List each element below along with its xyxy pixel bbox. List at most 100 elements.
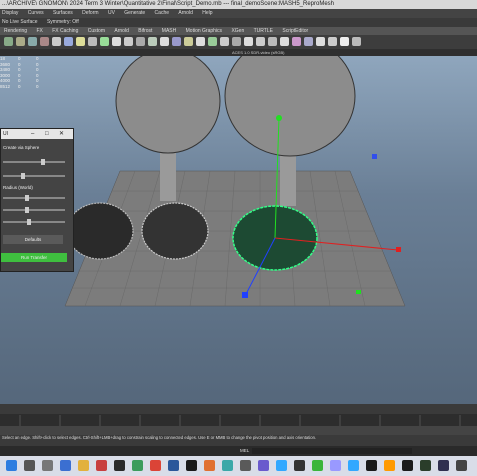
chrome-icon[interactable]	[150, 460, 161, 471]
menu-generate[interactable]: Generate	[122, 10, 145, 16]
tab-mash[interactable]: MASH	[158, 28, 180, 34]
shelf-tool-icon[interactable]	[4, 37, 13, 46]
app-icon[interactable]	[240, 460, 251, 471]
app-icon[interactable]	[132, 460, 143, 471]
shelf-tool-icon[interactable]	[268, 37, 277, 46]
shelf-tool-icon[interactable]	[316, 37, 325, 46]
color-management-label[interactable]: ACES 1.0 SDR-video (sRGB)	[232, 49, 284, 56]
run-transfer-button[interactable]: Run Transfer	[1, 253, 67, 262]
illustrator-icon[interactable]	[384, 460, 395, 471]
app-icon[interactable]	[312, 460, 323, 471]
app-icon[interactable]	[456, 460, 467, 471]
manip-plane-handle[interactable]	[372, 154, 377, 159]
shelf-tool-icon[interactable]	[148, 37, 157, 46]
shelf-tool-icon[interactable]	[292, 37, 301, 46]
menu-surfaces[interactable]: Surfaces	[51, 10, 73, 16]
slider-handle[interactable]	[41, 159, 45, 165]
shelf-tool-icon[interactable]	[340, 37, 349, 46]
manip-plane-handle[interactable]	[356, 290, 361, 294]
shelf-tool-icon[interactable]	[64, 37, 73, 46]
defaults-button[interactable]: Defaults	[3, 235, 63, 244]
tab-rendering[interactable]: Rendering	[0, 28, 31, 34]
menu-arnold[interactable]: Arnold	[176, 10, 192, 16]
photoshop-icon[interactable]	[276, 460, 287, 471]
slider[interactable]	[3, 173, 65, 179]
slider-handle[interactable]	[27, 219, 31, 225]
shelf-tool-icon[interactable]	[52, 37, 61, 46]
maya-icon[interactable]	[222, 460, 233, 471]
tab-motion-graphics[interactable]: Motion Graphics	[182, 28, 226, 34]
menu-curves[interactable]: Curves	[26, 10, 44, 16]
maximize-icon[interactable]: □	[45, 129, 49, 139]
shelf-tool-icon[interactable]	[232, 37, 241, 46]
symmetry-dropdown[interactable]: Symmetry: Off	[45, 19, 79, 25]
shelf-tool-icon[interactable]	[352, 37, 361, 46]
range-slider[interactable]	[0, 426, 477, 435]
tab-turtle[interactable]: TURTLE	[250, 28, 277, 34]
shelf-tool-icon[interactable]	[220, 37, 229, 46]
app-icon[interactable]	[420, 460, 431, 471]
tab-fx[interactable]: FX	[32, 28, 46, 34]
app-icon[interactable]	[114, 460, 125, 471]
shelf-tool-icon[interactable]	[196, 37, 205, 46]
shelf-tool-icon[interactable]	[40, 37, 49, 46]
app-icon[interactable]	[186, 460, 197, 471]
minimize-icon[interactable]: –	[31, 129, 34, 139]
slider[interactable]	[3, 159, 65, 165]
menu-cache[interactable]: Cache	[153, 10, 169, 16]
shelf-tool-icon[interactable]	[304, 37, 313, 46]
shelf-tool-icon[interactable]	[256, 37, 265, 46]
start-icon[interactable]	[6, 460, 17, 471]
slider[interactable]	[3, 207, 65, 213]
app-icon[interactable]	[366, 460, 377, 471]
slider-handle[interactable]	[21, 173, 25, 179]
shelf-tool-icon[interactable]	[184, 37, 193, 46]
shelf-tool-icon[interactable]	[76, 37, 85, 46]
shelf-tool-icon[interactable]	[280, 37, 289, 46]
photoshop-icon[interactable]	[348, 460, 359, 471]
shelf-tool-icon[interactable]	[208, 37, 217, 46]
slider-handle[interactable]	[25, 195, 29, 201]
slider[interactable]	[3, 195, 65, 201]
shelf-tool-icon[interactable]	[100, 37, 109, 46]
menu-help[interactable]: Help	[200, 10, 212, 16]
shelf-tool-icon[interactable]	[112, 37, 121, 46]
shelf-tool-icon[interactable]	[88, 37, 97, 46]
shelf-tool-icon[interactable]	[172, 37, 181, 46]
shelf-tool-icon[interactable]	[244, 37, 253, 46]
premiere-icon[interactable]	[330, 460, 341, 471]
shelf-tool-icon[interactable]	[28, 37, 37, 46]
app-icon[interactable]	[60, 460, 71, 471]
time-slider[interactable]	[0, 404, 477, 414]
slider-handle[interactable]	[25, 207, 29, 213]
app-icon[interactable]	[438, 460, 449, 471]
live-surface-field[interactable]: No Live Surface	[0, 19, 38, 25]
app-icon[interactable]	[258, 460, 269, 471]
tab-xgen[interactable]: XGen	[227, 28, 248, 34]
close-icon[interactable]: ✕	[59, 129, 64, 139]
app-icon[interactable]	[204, 460, 215, 471]
task-view-icon[interactable]	[42, 460, 53, 471]
manip-z-handle[interactable]	[242, 292, 248, 298]
manip-y-handle[interactable]	[276, 115, 282, 121]
tab-bifrost[interactable]: Bifrost	[134, 28, 156, 34]
tab-custom[interactable]: Custom	[84, 28, 109, 34]
menu-deform[interactable]: Deform	[80, 10, 98, 16]
tab-arnold[interactable]: Arnold	[110, 28, 132, 34]
shelf-tool-icon[interactable]	[124, 37, 133, 46]
mel-input[interactable]	[252, 448, 412, 454]
manip-x-handle[interactable]	[396, 247, 401, 252]
tab-fx-caching[interactable]: FX Caching	[48, 28, 82, 34]
shelf-tool-icon[interactable]	[16, 37, 25, 46]
shelf-tool-icon[interactable]	[328, 37, 337, 46]
app-icon[interactable]	[96, 460, 107, 471]
shelf-tool-icon[interactable]	[160, 37, 169, 46]
tab-script-editor[interactable]: ScriptEditor	[278, 28, 312, 34]
explorer-icon[interactable]	[78, 460, 89, 471]
menu-display[interactable]: Display	[0, 10, 18, 16]
search-icon[interactable]	[24, 460, 35, 471]
app-icon[interactable]	[402, 460, 413, 471]
word-icon[interactable]	[168, 460, 179, 471]
slider[interactable]	[3, 219, 65, 225]
menu-uv[interactable]: UV	[106, 10, 115, 16]
